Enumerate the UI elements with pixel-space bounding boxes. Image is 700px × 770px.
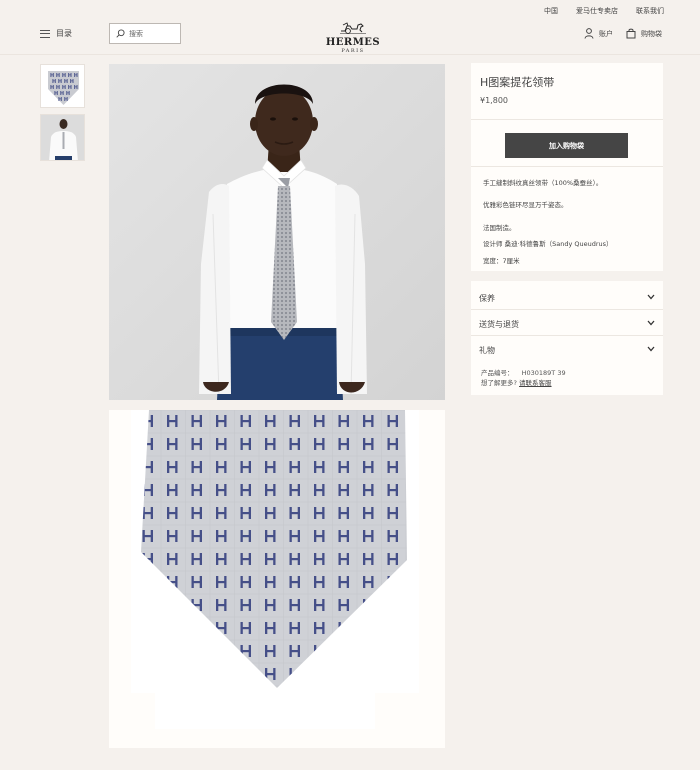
horse-carriage-logo-icon (340, 22, 366, 34)
product-title: H图案提花领带 (480, 76, 555, 89)
hamburger-icon (40, 29, 50, 38)
utility-links: 中国 爱马仕专卖店 联系我们 (544, 6, 664, 16)
product-photo-model[interactable] (109, 64, 445, 400)
reference-value: H030189T 39 (521, 369, 566, 377)
tie-pattern-closeup-image (109, 410, 445, 748)
site-header: 目录 HERMES PARIS 账户 购物袋 (0, 18, 700, 54)
description-line: 手工缝制斜纹真丝领带（100%桑蚕丝）。 (483, 179, 603, 187)
chevron-down-icon (647, 320, 655, 326)
brand-logo[interactable]: HERMES PARIS (325, 19, 381, 54)
contact-service-link[interactable]: 请联系客服 (519, 379, 552, 387)
product-photo-tie-closeup[interactable] (109, 410, 445, 748)
account-label: 账户 (599, 29, 613, 38)
thumbnail-tie-closeup[interactable]: H H H H H H H H H H H H H H H H H H H (40, 64, 85, 108)
header-divider (0, 54, 700, 55)
chevron-down-icon (647, 346, 655, 352)
cart-label: 购物袋 (641, 29, 662, 38)
thumbnail-model[interactable] (40, 114, 85, 161)
more-info-label: 想了解更多? (481, 379, 517, 387)
model-wearing-tie-image (109, 64, 445, 400)
person-icon (584, 28, 594, 39)
search-box[interactable] (109, 23, 181, 44)
account-button[interactable]: 账户 (584, 28, 613, 39)
stores-link[interactable]: 爱马仕专卖店 (576, 6, 618, 16)
accordion-label: 送货与退货 (479, 320, 519, 329)
logo-wordmark: HERMES (325, 37, 381, 48)
details-accordion-panel: 保养 送货与退货 礼物 产品编号： H030189T 39 想了解更多? 请联系… (471, 281, 663, 395)
product-reference: 产品编号： H030189T 39 (481, 367, 566, 377)
accordion-care[interactable]: 保养 (471, 285, 663, 310)
search-icon (116, 29, 125, 38)
shopping-bag-icon (626, 28, 636, 39)
description-line: 宽度：7厘米 (483, 257, 520, 265)
menu-button[interactable]: 目录 (40, 28, 72, 39)
description-line: 法国制造。 (483, 224, 516, 232)
add-to-bag-button[interactable]: 加入购物袋 (505, 133, 628, 158)
divider (471, 166, 663, 167)
reference-label: 产品编号： (481, 369, 514, 377)
search-input[interactable] (129, 29, 179, 38)
menu-label: 目录 (56, 29, 72, 38)
cart-button[interactable]: 购物袋 (626, 28, 662, 39)
model-thumbnail-image (41, 115, 84, 160)
help-line: 想了解更多? 请联系客服 (481, 377, 552, 387)
svg-text:H H: H H (58, 97, 68, 103)
accordion-gift[interactable]: 礼物 (471, 337, 663, 362)
accordion-shipping-returns[interactable]: 送货与退货 (471, 311, 663, 336)
contact-link[interactable]: 联系我们 (636, 6, 664, 16)
accordion-label: 保养 (479, 294, 495, 303)
divider (471, 119, 663, 120)
product-info-panel: H图案提花领带 ¥1,800 加入购物袋 手工缝制斜纹真丝领带（100%桑蚕丝）… (471, 63, 663, 271)
accordion-label: 礼物 (479, 346, 495, 355)
description-line: 设计师 桑迪·科德鲁斯（Sandy Queudrus） (483, 240, 613, 248)
product-price: ¥1,800 (480, 96, 508, 105)
tie-closeup-thumbnail-image: H H H H H H H H H H H H H H H H H H H (41, 65, 84, 107)
description-line: 优雅彩色链环尽显万千姿态。 (483, 201, 568, 209)
region-link[interactable]: 中国 (544, 6, 558, 16)
chevron-down-icon (647, 294, 655, 300)
